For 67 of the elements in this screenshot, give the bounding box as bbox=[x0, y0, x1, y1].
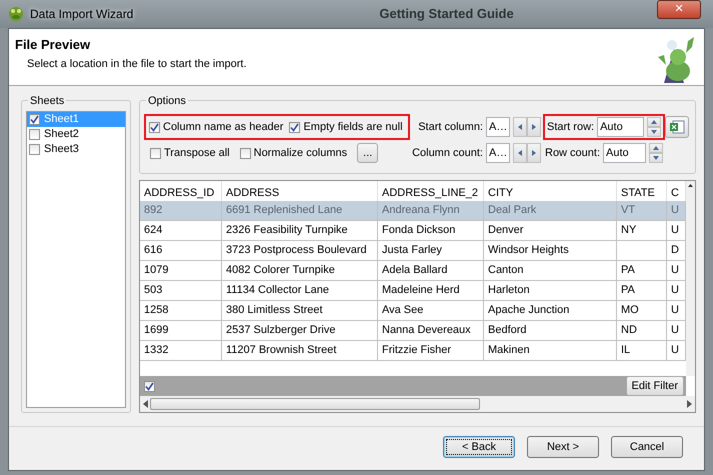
table-cell: Bedford bbox=[484, 321, 617, 341]
table-cell: 1332 bbox=[140, 341, 222, 361]
table-cell: 380 Limitless Street bbox=[222, 301, 378, 321]
sheet-label: Sheet3 bbox=[44, 142, 79, 158]
spin-field[interactable]: A… bbox=[486, 117, 510, 137]
table-cell: IL bbox=[617, 341, 667, 361]
sheet-item[interactable]: Sheet2 bbox=[27, 127, 125, 142]
sheet-label: Sheet2 bbox=[44, 127, 79, 142]
checkbox-label: Transpose all bbox=[164, 146, 230, 161]
table-cell: Madeleine Herd bbox=[378, 281, 484, 301]
table-cell: Apache Junction bbox=[484, 301, 617, 321]
page-title: File Preview bbox=[15, 36, 92, 54]
table-cell: Deal Park bbox=[484, 201, 617, 221]
table-cell: NY bbox=[617, 221, 667, 241]
table-cell: 624 bbox=[140, 221, 222, 241]
field-label: Column count: bbox=[412, 146, 483, 161]
table-cell: Adela Ballard bbox=[378, 261, 484, 281]
table-cell: Andreana Flynn bbox=[378, 201, 484, 221]
more-button[interactable]: ... bbox=[357, 143, 378, 163]
table-cell: 2326 Feasibility Turnpike bbox=[222, 221, 378, 241]
checkbox-label: Normalize columns bbox=[254, 146, 348, 161]
table-cell: Denver bbox=[484, 221, 617, 241]
checkbox-label: Column name as header bbox=[163, 120, 284, 135]
background-window-title: Getting Started Guide bbox=[379, 5, 514, 24]
table-cell: Fonda Dickson bbox=[378, 221, 484, 241]
table-cell: U bbox=[667, 201, 686, 221]
table-cell: 11207 Brownish Street bbox=[222, 341, 378, 361]
table-cell: Ava See bbox=[378, 301, 484, 321]
table-cell: Harleton bbox=[484, 281, 617, 301]
field-label: Row count: bbox=[545, 146, 600, 161]
table-cell: MO bbox=[617, 301, 667, 321]
table-cell: 616 bbox=[140, 241, 222, 261]
table-cell: VT bbox=[617, 201, 667, 221]
table-cell: PA bbox=[617, 281, 667, 301]
table-cell: 1699 bbox=[140, 321, 222, 341]
wizard-button[interactable]: < Back bbox=[443, 436, 515, 458]
table-cell: 1258 bbox=[140, 301, 222, 321]
field-label: Start column: bbox=[418, 120, 483, 135]
edit-filter-button[interactable]: Edit Filter bbox=[626, 376, 684, 396]
table-cell: 4082 Colorer Turnpike bbox=[222, 261, 378, 281]
table-cell: 6691 Replenished Lane bbox=[222, 201, 378, 221]
group-label: Options bbox=[146, 93, 188, 110]
table-cell: Justa Farley bbox=[378, 241, 484, 261]
table-cell: Fritzzie Fisher bbox=[378, 341, 484, 361]
spin-field[interactable]: Auto bbox=[597, 117, 644, 137]
spin-field[interactable]: Auto bbox=[603, 143, 646, 163]
table-cell: Makinen bbox=[484, 341, 617, 361]
table-cell: 3723 Postprocess Boulevard bbox=[222, 241, 378, 261]
table-cell: 11134 Collector Lane bbox=[222, 281, 378, 301]
sheet-item[interactable]: Sheet3 bbox=[27, 142, 125, 157]
wizard-button[interactable]: Next > bbox=[527, 436, 599, 458]
page-subtitle: Select a location in the file to start the import. bbox=[26, 56, 248, 72]
window-title: Data Import Wizard bbox=[30, 6, 134, 23]
table-cell: 892 bbox=[140, 201, 222, 221]
wizard-button[interactable]: Cancel bbox=[611, 436, 683, 458]
table-cell: Nanna Devereaux bbox=[378, 321, 484, 341]
table-cell: 503 bbox=[140, 281, 222, 301]
table-cell: PA bbox=[617, 261, 667, 281]
table-cell: 1079 bbox=[140, 261, 222, 281]
field-label: Start row: bbox=[547, 120, 594, 135]
table-cell: Windsor Heights bbox=[484, 241, 617, 261]
checkbox-label: Empty fields are null bbox=[303, 120, 403, 135]
sheet-label: Sheet1 bbox=[44, 112, 79, 128]
table-cell: ND bbox=[617, 321, 667, 341]
table-cell: 2537 Sulzberger Drive bbox=[222, 321, 378, 341]
spin-field[interactable]: A… bbox=[486, 143, 510, 163]
table-cell: Canton bbox=[484, 261, 617, 281]
